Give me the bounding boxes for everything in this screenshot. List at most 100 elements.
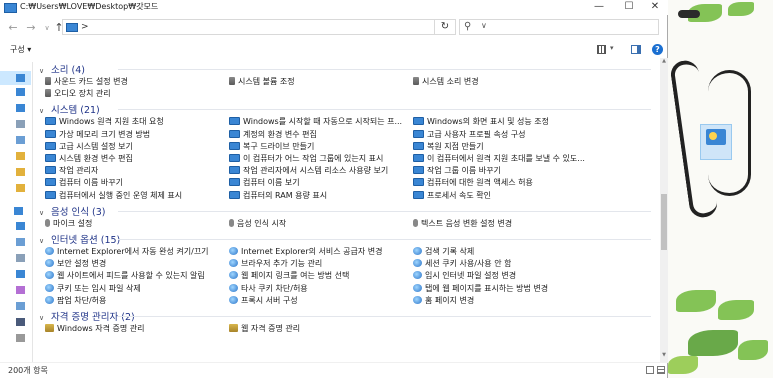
- list-item[interactable]: 프로세서 속도 확인: [413, 190, 491, 202]
- object-folder-icon[interactable]: [16, 222, 25, 230]
- group-header[interactable]: ∨ 소리 (4): [39, 62, 85, 76]
- group-header[interactable]: ∨ 인터넷 옵션 (15): [39, 232, 120, 246]
- details-view-icon[interactable]: [646, 366, 654, 374]
- documents-folder-icon[interactable]: [16, 254, 25, 262]
- preview-pane-icon[interactable]: [631, 45, 641, 54]
- list-item[interactable]: 타사 쿠키 차단/허용: [229, 283, 308, 295]
- list-item-label: 웹 자격 증명 관리: [241, 324, 301, 333]
- folder-icon[interactable]: [16, 184, 25, 192]
- list-item[interactable]: 마이크 설정: [45, 218, 92, 230]
- globe-icon: [229, 283, 238, 292]
- list-item[interactable]: 고급 사용자 프로필 속성 구성: [413, 129, 526, 141]
- globe-icon: [229, 247, 238, 255]
- speaker-icon: [45, 89, 51, 98]
- list-item[interactable]: 웹 자격 증명 관리: [229, 323, 300, 335]
- address-bar[interactable]: > ∨: [62, 19, 487, 35]
- list-item[interactable]: Internet Explorer의 서비스 공급자 변경: [229, 246, 383, 258]
- list-item[interactable]: Windows 자격 증명 관리: [45, 323, 145, 335]
- music-folder-icon[interactable]: [16, 286, 25, 294]
- view-dropdown-icon[interactable]: ▾: [610, 44, 614, 52]
- scroll-up-arrow-icon[interactable]: ▲: [660, 58, 668, 66]
- list-item[interactable]: 오디오 장치 관리: [45, 88, 111, 100]
- list-item[interactable]: 작업 그룹 이름 바꾸기: [413, 165, 501, 177]
- picture-icon[interactable]: [16, 136, 25, 144]
- videos-folder-icon[interactable]: [16, 318, 25, 326]
- minimize-button[interactable]: —: [584, 0, 614, 15]
- list-item[interactable]: 이 컴퓨터에서 원격 지원 초대를 보낼 수 있도...: [413, 153, 585, 165]
- system-icon: [229, 190, 240, 199]
- search-input[interactable]: ⚲: [459, 19, 659, 35]
- list-item[interactable]: 사운드 카드 설정 변경: [45, 76, 128, 88]
- folder-icon[interactable]: [16, 168, 25, 176]
- collapse-chevron-icon[interactable]: ∨: [39, 209, 48, 217]
- list-item[interactable]: Internet Explorer에서 자동 완성 켜기/끄기: [45, 246, 209, 258]
- this-pc-icon[interactable]: [14, 207, 23, 215]
- vertical-scrollbar[interactable]: ▲ ▼: [660, 58, 668, 362]
- list-item-label: 컴퓨터 이름 바꾸기: [59, 178, 123, 188]
- group-header[interactable]: ∨ 음성 인식 (3): [39, 204, 105, 218]
- forward-arrow-icon[interactable]: →: [24, 21, 38, 34]
- list-item[interactable]: 작업 관리자: [45, 165, 98, 177]
- system-icon: [45, 166, 56, 175]
- collapse-chevron-icon[interactable]: ∨: [39, 107, 48, 115]
- list-item[interactable]: 이 컴퓨터가 어느 작업 그룹에 있는지 표시: [229, 153, 383, 165]
- pictures-folder-icon[interactable]: [16, 302, 25, 310]
- folder-icon[interactable]: [16, 88, 25, 96]
- close-button[interactable]: ✕: [640, 0, 670, 15]
- view-options-icon[interactable]: [597, 45, 606, 54]
- scroll-down-arrow-icon[interactable]: ▼: [660, 352, 668, 360]
- folder-icon[interactable]: [16, 152, 25, 160]
- list-item-label: 세션 쿠키 사용/사용 안 함: [425, 259, 512, 269]
- help-icon[interactable]: ?: [652, 44, 663, 55]
- globe-icon: [45, 259, 54, 268]
- list-item[interactable]: 시스템 볼륨 조정: [229, 76, 295, 88]
- list-item[interactable]: 웹 사이트에서 피드를 사용할 수 있는지 알림: [45, 270, 205, 282]
- list-item[interactable]: 복구 드라이브 만들기: [229, 141, 314, 153]
- list-item[interactable]: Windows의 화면 표시 및 성능 조정: [413, 116, 549, 128]
- list-item[interactable]: 팝업 차단/허용: [45, 295, 106, 307]
- list-item[interactable]: 컴퓨터에 대한 원격 액세스 허용: [413, 177, 533, 189]
- list-item[interactable]: 계정의 환경 변수 편집: [229, 129, 317, 141]
- title-bar[interactable]: C:₩Users₩LOVE₩Desktop₩갓모드 — ☐ ✕: [0, 0, 668, 15]
- scrollbar-thumb[interactable]: [661, 194, 667, 250]
- list-item[interactable]: 가상 메모리 크기 변경 방법: [45, 129, 150, 141]
- collapse-chevron-icon[interactable]: ∨: [39, 237, 48, 245]
- local-disk-icon[interactable]: [16, 334, 25, 342]
- collapse-chevron-icon[interactable]: ∨: [39, 67, 48, 75]
- downloads-folder-icon[interactable]: [16, 270, 25, 278]
- refresh-button[interactable]: ↻: [434, 19, 456, 35]
- list-item[interactable]: 세션 쿠키 사용/사용 안 함: [413, 258, 511, 270]
- list-item[interactable]: 음성 인식 시작: [229, 218, 286, 230]
- list-item[interactable]: 프록시 서버 구성: [229, 295, 298, 307]
- list-item[interactable]: 텍스트 음성 변환 설정 변경: [413, 218, 512, 230]
- list-item[interactable]: 컴퓨터 이름 보기: [229, 177, 300, 189]
- list-item[interactable]: 복원 지점 만들기: [413, 141, 484, 153]
- organize-menu-button[interactable]: 구성 ▾: [10, 44, 31, 55]
- desktop-shortcut-icon[interactable]: [700, 124, 732, 160]
- list-item[interactable]: 검색 기록 삭제: [413, 246, 474, 258]
- list-item[interactable]: 홈 페이지 변경: [413, 295, 474, 307]
- list-item[interactable]: 시스템 소리 변경: [413, 76, 479, 88]
- document-icon[interactable]: [16, 120, 25, 128]
- back-arrow-icon[interactable]: ←: [6, 21, 20, 34]
- list-item[interactable]: 쿠키 또는 임시 파일 삭제: [45, 283, 141, 295]
- list-item[interactable]: 작업 관리자에서 시스템 리소스 사용량 보기: [229, 165, 388, 177]
- quick-access-icon[interactable]: [16, 74, 25, 82]
- list-item[interactable]: 컴퓨터에서 실행 중인 운영 체제 표시: [45, 190, 182, 202]
- list-item[interactable]: 임시 인터넷 파일 설정 변경: [413, 270, 516, 282]
- large-icons-view-icon[interactable]: [657, 366, 665, 374]
- list-item[interactable]: 컴퓨터 이름 바꾸기: [45, 177, 123, 189]
- collapse-chevron-icon[interactable]: ∨: [39, 314, 48, 322]
- list-item[interactable]: 보안 설정 변경: [45, 258, 106, 270]
- list-item[interactable]: 고급 시스템 설정 보기: [45, 141, 133, 153]
- list-item[interactable]: Windows 원격 지원 초대 요청: [45, 116, 164, 128]
- group-header[interactable]: ∨ 시스템 (21): [39, 102, 100, 116]
- desktop-folder-icon[interactable]: [16, 238, 25, 246]
- list-item[interactable]: 시스템 환경 변수 편집: [45, 153, 133, 165]
- list-item[interactable]: 탭에 웹 페이지를 표시하는 방법 변경: [413, 283, 548, 295]
- list-item[interactable]: 웹 페이지 링크를 여는 방법 선택: [229, 270, 349, 282]
- list-item[interactable]: 브라우저 추가 기능 관리: [229, 258, 322, 270]
- list-item[interactable]: Windows를 시작할 때 자동으로 시작되는 프...: [229, 116, 402, 128]
- list-item[interactable]: 컴퓨터의 RAM 용량 표시: [229, 190, 327, 202]
- download-icon[interactable]: [16, 104, 25, 112]
